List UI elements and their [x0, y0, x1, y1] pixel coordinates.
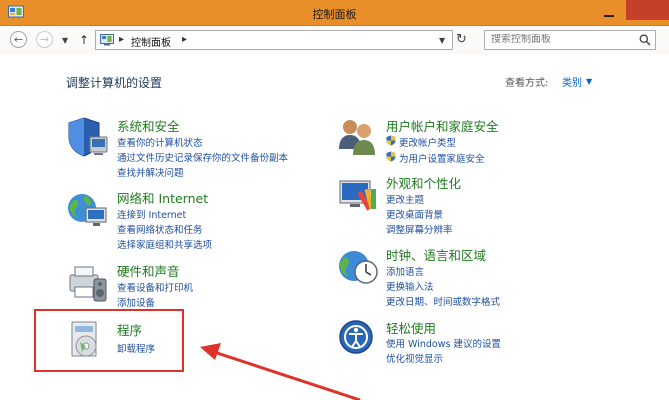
clock-language-region-icon[interactable] — [336, 244, 380, 288]
recent-locations-dropdown-icon[interactable]: ▼ — [62, 36, 68, 45]
navigation-bar: ← → ▼ ↑ ▸ 控制面板 ▸ ▼ ↻ — [0, 26, 669, 54]
search-icon[interactable] — [639, 34, 651, 46]
link-add-language[interactable]: 添加语言 — [386, 264, 424, 278]
network-internet-icon[interactable] — [66, 188, 110, 232]
window-title: 控制面板 — [312, 8, 357, 21]
link-homegroup-sharing[interactable]: 选择家庭组和共享选项 — [117, 237, 212, 251]
link-screen-resolution[interactable]: 调整屏幕分辨率 — [386, 222, 453, 236]
view-by-dropdown[interactable]: 类别 — [562, 74, 582, 89]
address-bar[interactable]: ▸ 控制面板 ▸ ▼ — [95, 30, 453, 50]
category-network-internet[interactable]: 网络和 Internet — [117, 188, 208, 207]
search-input[interactable] — [491, 34, 631, 45]
category-clock-language-region[interactable]: 时钟、语言和区域 — [386, 245, 486, 264]
link-devices-printers[interactable]: 查看设备和打印机 — [117, 280, 193, 294]
category-appearance[interactable]: 外观和个性化 — [386, 173, 461, 192]
breadcrumb-separator-icon[interactable]: ▸ — [182, 34, 187, 45]
link-change-theme[interactable]: 更改主题 — [386, 192, 424, 206]
title-bar: 控制面板 — [0, 0, 669, 26]
link-troubleshoot[interactable]: 查找并解决问题 — [117, 165, 184, 179]
link-desktop-background[interactable]: 更改桌面背景 — [386, 207, 443, 221]
back-button[interactable]: ← — [10, 31, 27, 48]
link-optimize-visual-display[interactable]: 优化视觉显示 — [386, 351, 443, 365]
view-by-label: 查看方式: — [505, 78, 549, 89]
category-user-accounts[interactable]: 用户帐户和家庭安全 — [386, 116, 499, 135]
forward-button[interactable]: → — [36, 31, 53, 48]
minimize-button[interactable] — [598, 4, 620, 20]
chevron-down-icon[interactable]: ▼ — [439, 36, 445, 45]
uac-shield-icon — [386, 135, 396, 146]
refresh-icon[interactable]: ↻ — [456, 32, 467, 47]
breadcrumb-control-panel[interactable]: 控制面板 — [131, 34, 171, 49]
up-arrow-icon[interactable]: ↑ — [79, 33, 89, 47]
category-ease-of-access[interactable]: 轻松使用 — [386, 318, 436, 337]
category-hardware-sound[interactable]: 硬件和声音 — [117, 261, 180, 280]
uac-shield-icon — [386, 151, 396, 162]
appearance-personalization-icon[interactable] — [336, 173, 380, 217]
link-change-input-method[interactable]: 更换输入法 — [386, 279, 434, 293]
control-panel-icon — [100, 34, 114, 46]
ease-of-access-icon[interactable] — [336, 317, 380, 361]
link-add-device[interactable]: 添加设备 — [117, 295, 155, 309]
link-connect-internet[interactable]: 连接到 Internet — [117, 207, 186, 221]
close-button[interactable] — [626, 0, 669, 20]
link-family-safety[interactable]: 为用户设置家庭安全 — [399, 151, 485, 165]
link-network-status[interactable]: 查看网络状态和任务 — [117, 222, 203, 236]
chevron-down-icon[interactable]: ▼ — [586, 77, 592, 86]
system-security-icon[interactable] — [66, 115, 110, 159]
highlight-box — [34, 309, 184, 372]
page-title: 调整计算机的设置 — [66, 76, 163, 90]
link-file-history-backup[interactable]: 通过文件历史记录保存你的文件备份副本 — [117, 150, 288, 164]
search-box[interactable] — [484, 30, 656, 50]
link-change-account-type[interactable]: 更改帐户类型 — [399, 135, 456, 149]
breadcrumb-separator-icon[interactable]: ▸ — [119, 34, 124, 45]
link-date-time-format[interactable]: 更改日期、时间或数字格式 — [386, 294, 500, 308]
hardware-sound-icon[interactable] — [66, 261, 110, 305]
category-system-security[interactable]: 系统和安全 — [117, 116, 180, 135]
link-windows-recommended-settings[interactable]: 使用 Windows 建议的设置 — [386, 336, 501, 350]
user-accounts-icon[interactable] — [336, 115, 380, 159]
link-view-computer-status[interactable]: 查看你的计算机状态 — [117, 135, 203, 149]
